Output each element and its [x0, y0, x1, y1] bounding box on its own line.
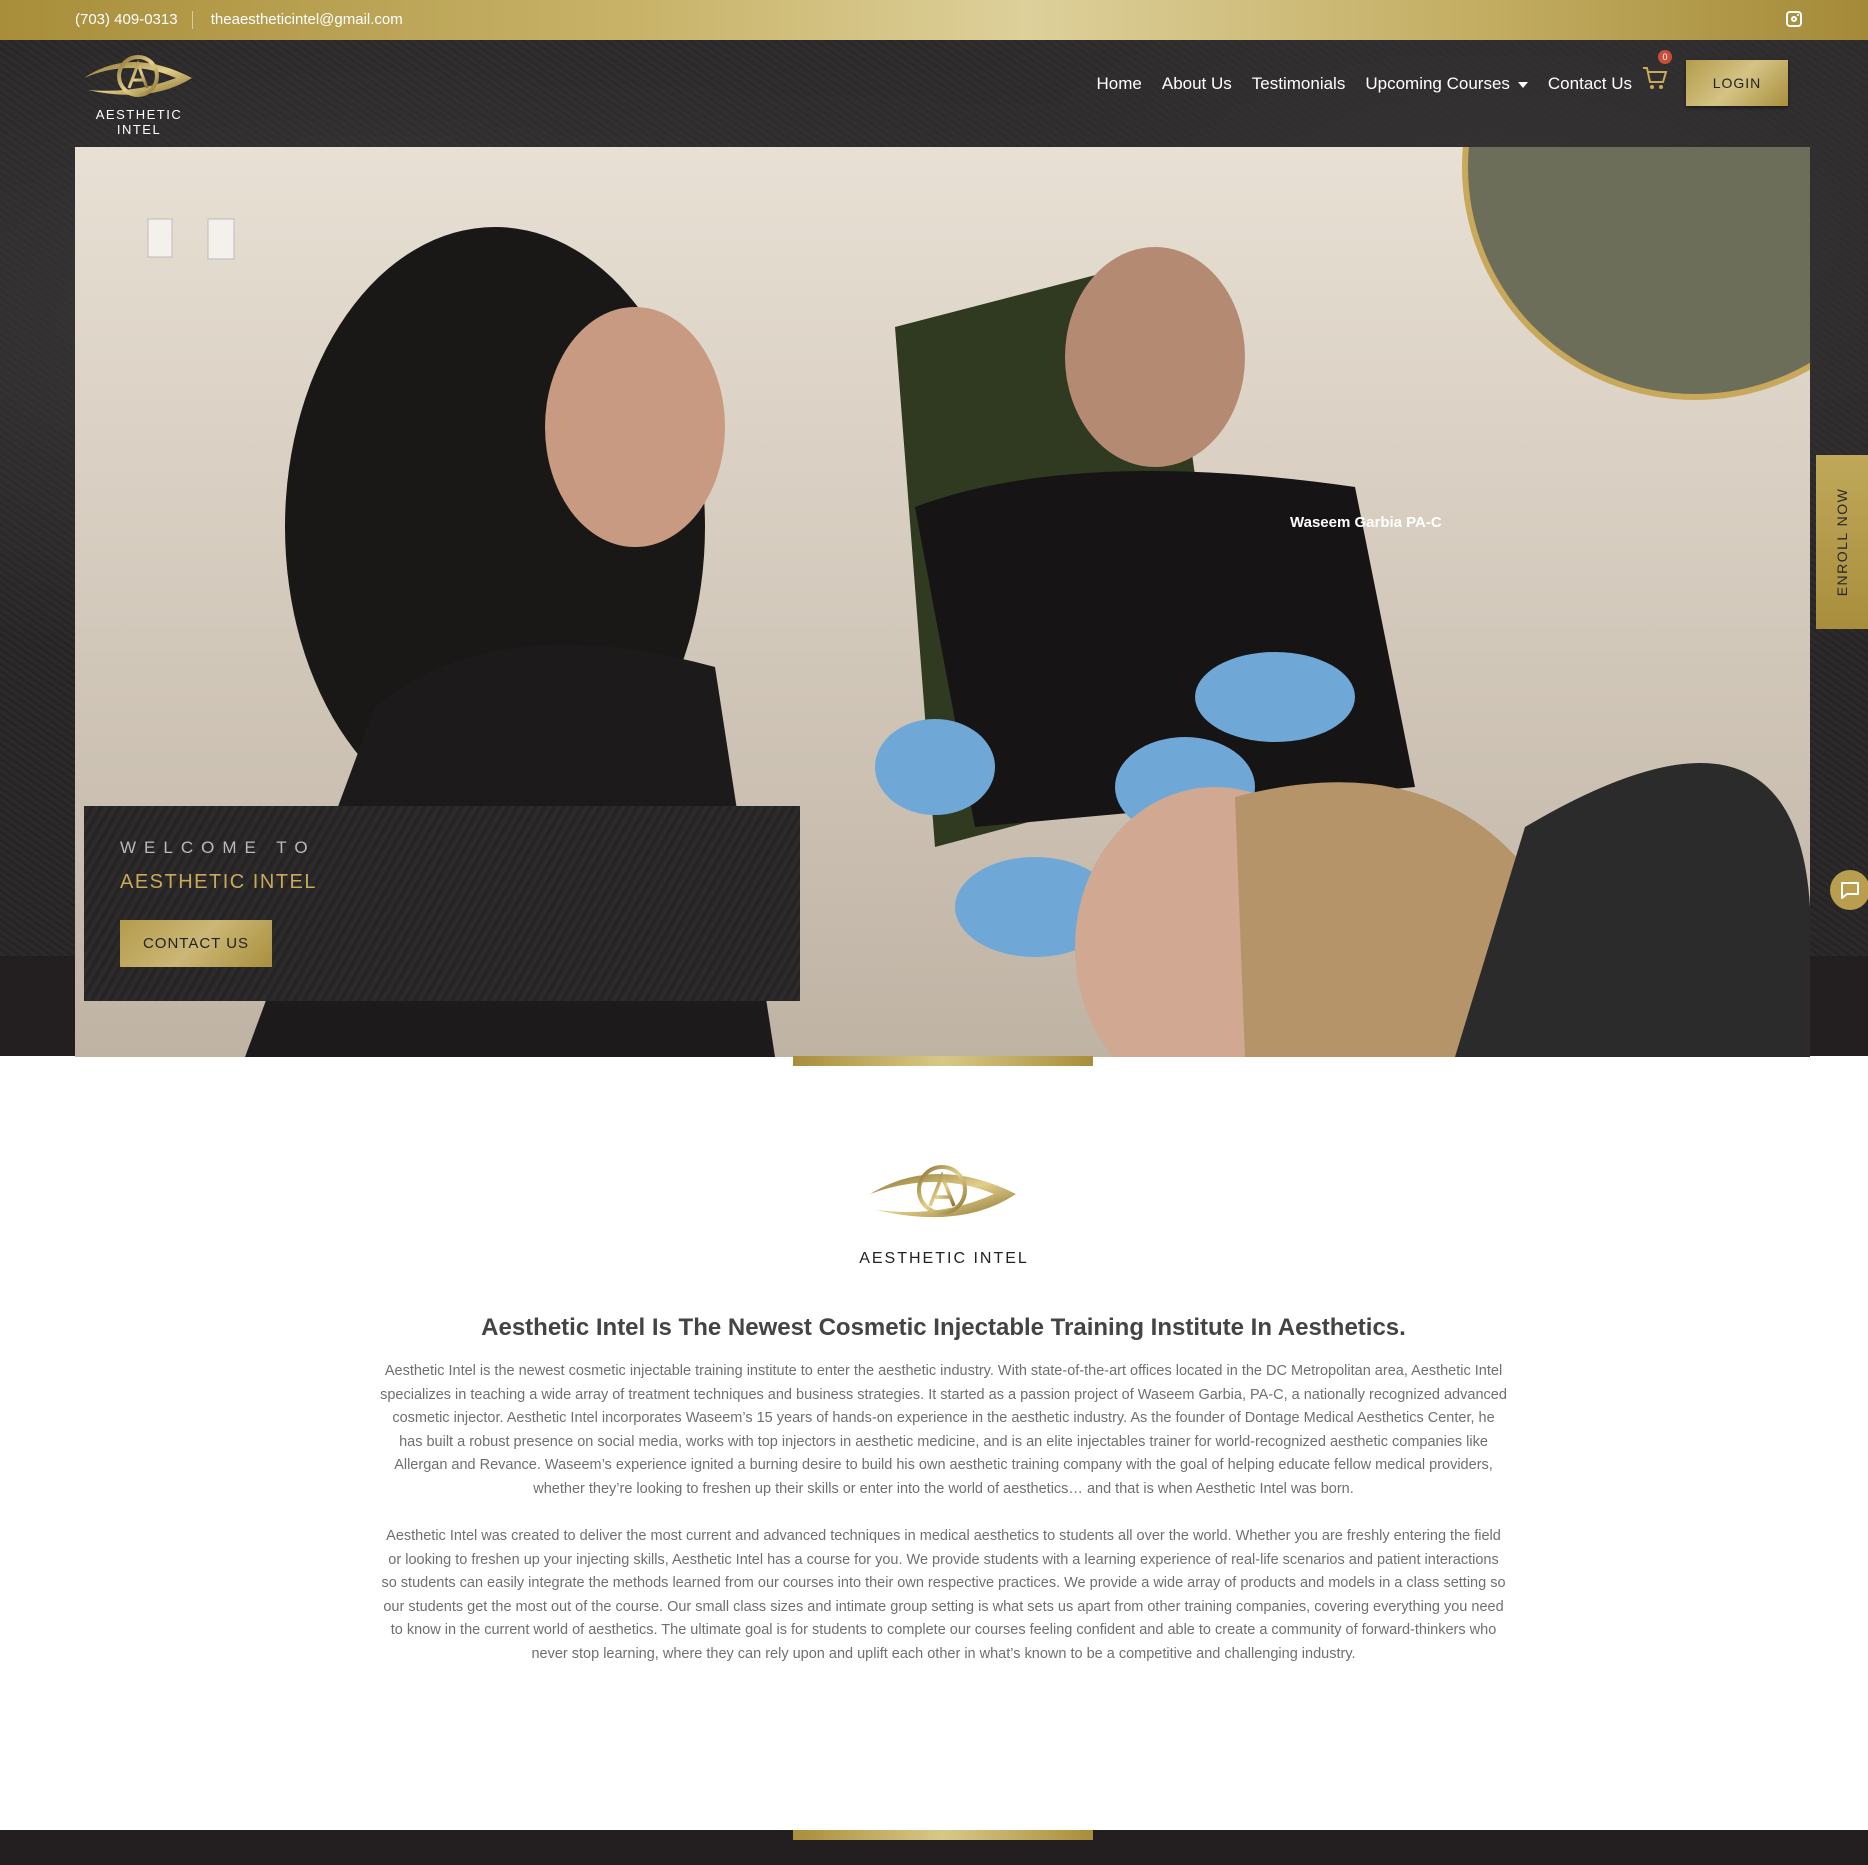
- about-heading: Aesthetic Intel Is The Newest Cosmetic I…: [481, 1314, 1406, 1341]
- about-logo-text: AESTHETIC INTEL: [859, 1250, 1029, 1267]
- photo-name-tag: Waseem Garbia PA-C: [1290, 514, 1442, 531]
- logo-text: AESTHETIC INTEL: [95, 107, 183, 137]
- welcome-subtitle: AESTHETIC INTEL: [120, 871, 317, 893]
- login-button[interactable]: LOGIN: [1686, 60, 1788, 106]
- about-paragraph-2: Aesthetic Intel was created to deliver t…: [381, 1528, 1506, 1662]
- enroll-now-tab[interactable]: ENROLL NOW: [1816, 455, 1868, 629]
- nav-upcoming-courses[interactable]: Upcoming Courses: [1365, 74, 1528, 94]
- about-logo-icon: [870, 1165, 1016, 1218]
- chat-icon: [1841, 882, 1859, 899]
- nav-upcoming-courses-label: Upcoming Courses: [1365, 74, 1510, 93]
- email-link[interactable]: theaestheticintel@gmail.com: [211, 11, 403, 28]
- top-bar: (703) 409-0313 theaestheticintel@gmail.c…: [0, 0, 1868, 40]
- nav-testimonials[interactable]: Testimonials: [1252, 74, 1346, 94]
- about-paragraph-1: Aesthetic Intel is the newest cosmetic i…: [380, 1363, 1507, 1497]
- welcome-box: [84, 806, 800, 1001]
- divider: [191, 11, 193, 30]
- nav-home[interactable]: Home: [1097, 74, 1142, 94]
- cart-icon[interactable]: [1642, 64, 1668, 92]
- section-divider-top: [793, 1056, 1093, 1066]
- instagram-icon[interactable]: [1786, 11, 1802, 27]
- phone-link[interactable]: (703) 409-0313: [75, 11, 178, 28]
- chevron-down-icon: [1517, 81, 1528, 88]
- cart-count-badge: 0: [1658, 50, 1672, 64]
- nav-contact-us[interactable]: Contact Us: [1548, 74, 1632, 94]
- top-contact: (703) 409-0313 theaestheticintel@gmail.c…: [75, 11, 417, 30]
- welcome-title: WELCOME TO: [120, 838, 316, 857]
- nav-about-us[interactable]: About Us: [1162, 74, 1232, 94]
- main-nav: Home About Us Testimonials Upcoming Cour…: [1077, 74, 1633, 94]
- chat-button[interactable]: [1830, 870, 1868, 910]
- contact-us-button[interactable]: CONTACT US: [120, 920, 272, 967]
- enroll-now-label: ENROLL NOW: [1834, 487, 1850, 597]
- section-divider-bottom: [793, 1830, 1093, 1840]
